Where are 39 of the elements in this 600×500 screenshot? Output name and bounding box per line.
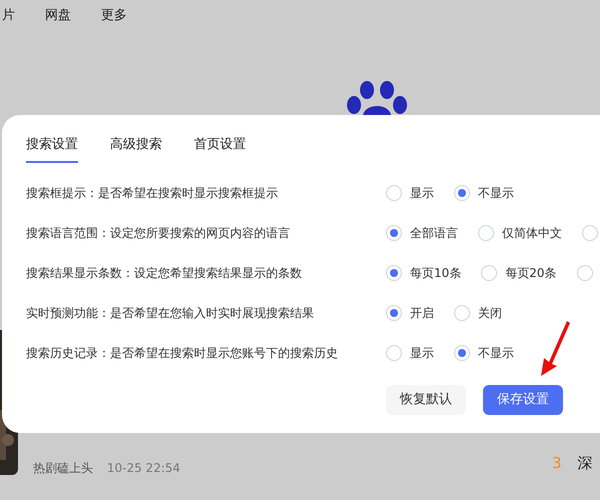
radio-icon[interactable] [454, 304, 470, 320]
radio-button[interactable] [582, 224, 598, 240]
radio-option[interactable]: 不显示 [454, 184, 514, 202]
radio-icon[interactable] [386, 264, 402, 280]
radio-button[interactable] [576, 264, 593, 280]
news-time: 10-25 22:54 [107, 460, 180, 477]
tab[interactable]: 高级搜索 [110, 135, 162, 162]
hot-search-title[interactable]: 深 [578, 452, 593, 474]
radio-option[interactable]: 每页10条 [386, 264, 462, 282]
radio-option[interactable]: 关闭 [454, 304, 502, 322]
radio-icon[interactable] [386, 344, 402, 360]
radio-option[interactable]: 显示 [386, 344, 434, 362]
radio-option[interactable]: 每页20条 [481, 264, 557, 282]
save-button[interactable]: 保存设置 [483, 384, 563, 414]
radio-icon[interactable] [481, 264, 498, 280]
reset-button[interactable]: 恢复默认 [386, 384, 466, 414]
nav-link[interactable]: 片 [2, 6, 15, 26]
radio-icon[interactable] [454, 184, 470, 200]
news-source[interactable]: 热剧磕上头 [33, 459, 93, 477]
radio-option[interactable]: 不显示 [454, 344, 514, 362]
radio-icon[interactable] [454, 344, 470, 360]
setting-label: 实时预测功能：是否希望在您输入时实时展现搜索结果 [26, 304, 315, 322]
radio-option[interactable]: 全部语言 [386, 224, 458, 242]
setting-label: 搜索框提示：是否希望在搜索时显示搜索框提示 [26, 184, 279, 202]
tab[interactable]: 首页设置 [194, 135, 246, 162]
nav-link[interactable]: 网盘 [45, 6, 71, 26]
radio-icon[interactable] [386, 304, 402, 320]
rank-number: 3 [552, 453, 562, 474]
setting-label: 搜索历史记录：是否希望在搜索时显示您账号下的搜索历史 [26, 344, 339, 362]
radio-icon[interactable] [386, 224, 402, 240]
radio-option[interactable]: 显示 [386, 184, 434, 202]
nav-link[interactable]: 更多 [101, 6, 127, 26]
radio-icon[interactable] [386, 184, 402, 200]
setting-label: 搜索结果显示条数：设定您希望搜索结果显示的条数 [26, 264, 303, 282]
setting-label: 搜索语言范围：设定您所要搜索的网页内容的语言 [26, 224, 291, 242]
radio-icon[interactable] [478, 224, 494, 240]
radio-option[interactable]: 仅简体中文 [478, 224, 562, 242]
radio-option[interactable]: 开启 [386, 304, 434, 322]
tab[interactable]: 搜索设置 [26, 135, 78, 162]
